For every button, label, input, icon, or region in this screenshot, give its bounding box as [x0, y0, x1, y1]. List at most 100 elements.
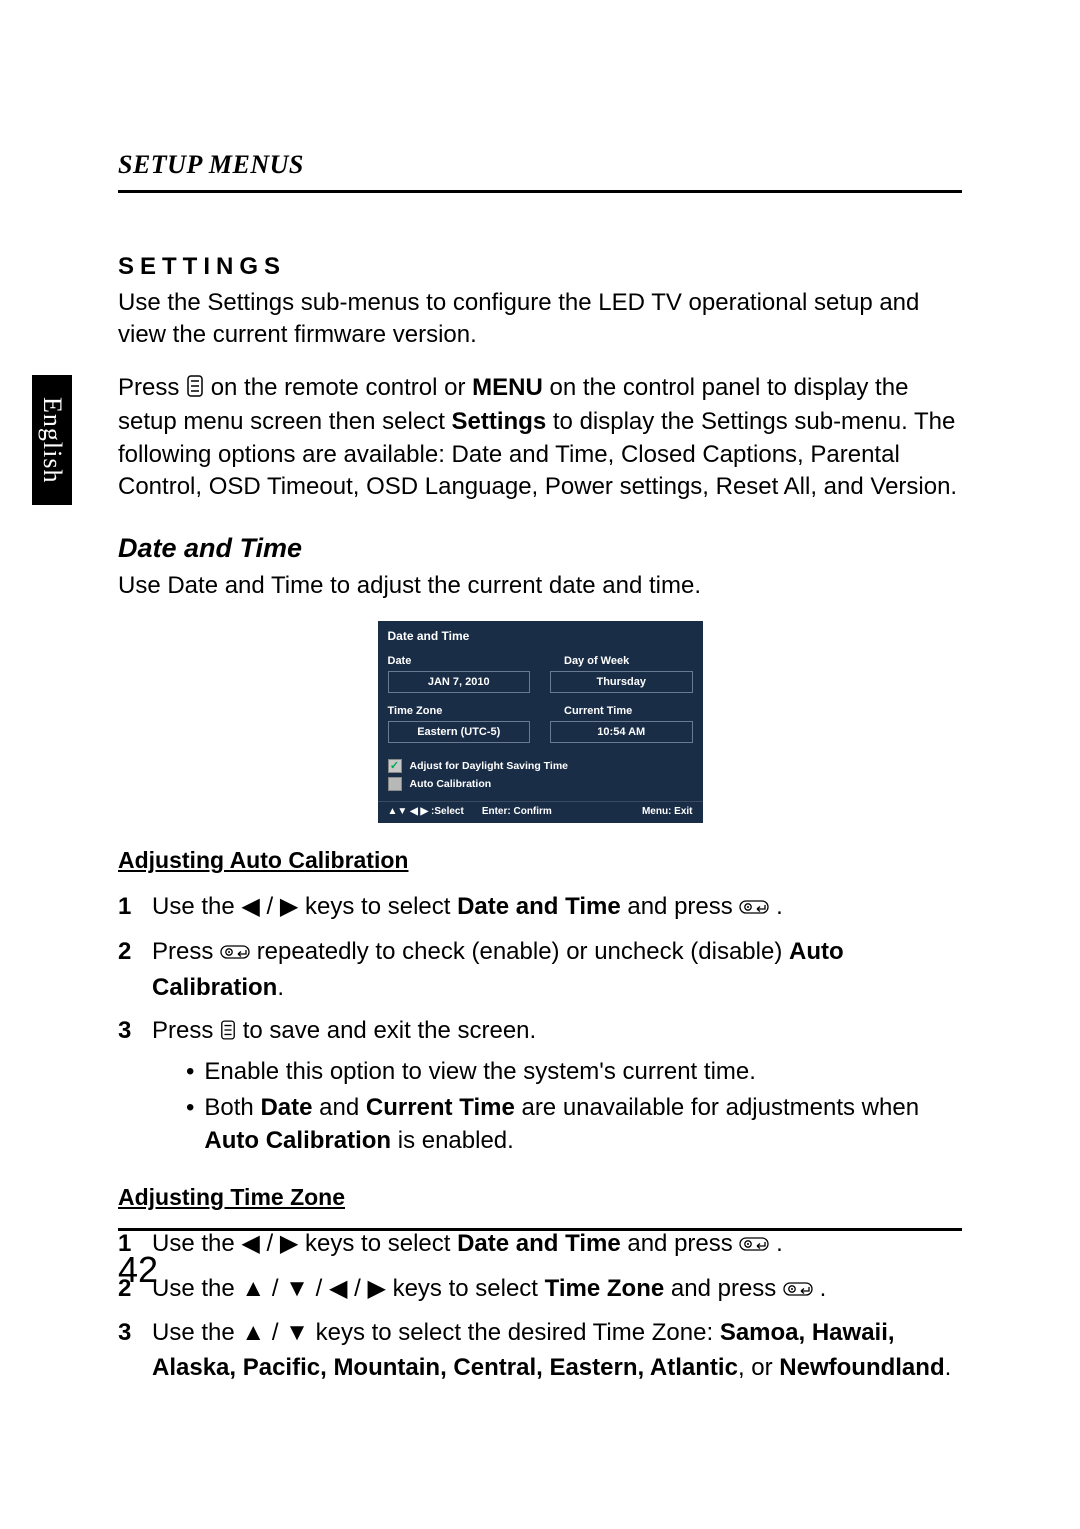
text: Enable this option to view the system's … — [204, 1055, 756, 1089]
osd-dst-label: Adjust for Daylight Saving Time — [410, 760, 569, 772]
text: keys to select — [305, 1230, 457, 1257]
text: is enabled. — [391, 1127, 514, 1154]
osd-dow-field: Thursday — [550, 671, 693, 693]
bullet-item: • Enable this option to view the system'… — [186, 1055, 962, 1089]
left-triangle-icon: ◀ — [329, 1275, 347, 1302]
text: Press — [152, 1017, 220, 1044]
osd-date-field[interactable]: JAN 7, 2010 — [388, 671, 531, 693]
text: Both — [204, 1094, 260, 1121]
osd-tz-label: Time Zone — [388, 705, 531, 721]
text: Use the — [152, 893, 241, 920]
text: and press — [627, 893, 739, 920]
autocal-list: 1 Use the ◀ / ▶ keys to select Date and … — [118, 890, 962, 1160]
osd-footer-exit: Menu: Exit — [642, 806, 693, 817]
text: . — [277, 974, 284, 1001]
text: keys to select — [305, 893, 457, 920]
page: English SETUP MENUS SETTINGS Use the Set… — [0, 0, 1080, 1529]
bold: Date and Time — [457, 1230, 621, 1257]
text: and — [312, 1094, 365, 1121]
bullet-item: • Both Date and Current Time are unavail… — [186, 1091, 962, 1158]
osd-auto-label: Auto Calibration — [410, 778, 492, 790]
text: Use the — [152, 1275, 241, 1302]
num: 3 — [118, 1316, 138, 1386]
osd-footer: ▲▼ ◀ ▶ :Select Enter: Confirm Menu: Exit — [378, 801, 703, 823]
bold: Time Zone — [545, 1275, 665, 1302]
osd-auto-row[interactable]: ✓ Auto Calibration — [388, 775, 693, 793]
text: , or — [738, 1354, 779, 1381]
text: / — [347, 1275, 367, 1302]
bullet-icon: • — [186, 1091, 194, 1158]
language-tab: English — [32, 375, 72, 505]
menu-icon — [186, 374, 204, 406]
osd-dst-row[interactable]: ✓ Adjust for Daylight Saving Time — [388, 757, 693, 775]
tz-list: 1 Use the ◀ / ▶ keys to select Date and … — [118, 1227, 962, 1386]
text: Use the — [152, 1230, 241, 1257]
header-rule — [118, 190, 962, 193]
osd-title: Date and Time — [378, 621, 703, 655]
enter-icon — [783, 1274, 813, 1309]
text: . — [945, 1354, 952, 1381]
text: / — [265, 1319, 285, 1346]
text: are unavailable for adjustments when — [515, 1094, 919, 1121]
page-header: SETUP MENUS — [118, 150, 962, 180]
right-triangle-icon: ▶ — [367, 1275, 385, 1302]
left-triangle-icon: ◀ — [241, 1230, 259, 1257]
bold-settings: Settings — [452, 408, 547, 435]
down-triangle-icon: ▼ — [285, 1275, 309, 1302]
checkbox-empty-icon: ✓ — [388, 777, 402, 791]
enter-icon — [220, 937, 250, 972]
list-item: 2 Press repeatedly to check (enable) or … — [118, 935, 962, 1007]
bold-menu: MENU — [472, 374, 543, 401]
text: keys to select the desired Time Zone: — [316, 1319, 720, 1346]
settings-para1: Use the Settings sub-menus to configure … — [118, 287, 962, 352]
autocal-heading: Adjusting Auto Calibration — [118, 847, 962, 874]
settings-heading: SETTINGS — [118, 253, 962, 281]
text: and press — [627, 1230, 739, 1257]
down-triangle-icon: ▼ — [285, 1319, 309, 1346]
text: Use the — [152, 1319, 241, 1346]
text: . — [776, 893, 783, 920]
text: keys to select — [393, 1275, 545, 1302]
osd-ct-field: 10:54 AM — [550, 721, 693, 743]
text: / — [260, 1230, 280, 1257]
bullet-icon: • — [186, 1055, 194, 1089]
up-triangle-icon: ▲ — [241, 1319, 265, 1346]
text: . — [820, 1275, 827, 1302]
bold: Current Time — [366, 1094, 515, 1121]
osd-dow-label: Day of Week — [550, 655, 693, 671]
num: 1 — [118, 890, 138, 927]
bold: Auto Calibration — [204, 1127, 391, 1154]
bold: Date — [260, 1094, 312, 1121]
checkbox-checked-icon: ✓ — [388, 759, 402, 773]
right-triangle-icon: ▶ — [280, 893, 298, 920]
osd-tz-field[interactable]: Eastern (UTC-5) — [388, 721, 531, 743]
bold: Date and Time — [457, 893, 621, 920]
list-item: 3 Press to save and exit the screen. • E… — [118, 1014, 962, 1160]
content-area: SETUP MENUS SETTINGS Use the Settings su… — [118, 150, 962, 1394]
text: / — [309, 1275, 329, 1302]
osd-panel: Date and Time Date JAN 7, 2010 Day of We… — [378, 621, 703, 823]
osd-footer-select: ▲▼ ◀ ▶ :Select — [388, 806, 464, 817]
text: / — [265, 1275, 285, 1302]
num: 2 — [118, 935, 138, 1007]
up-triangle-icon: ▲ — [241, 1275, 265, 1302]
right-triangle-icon: ▶ — [280, 1230, 298, 1257]
list-item: 2 Use the ▲ / ▼ / ◀ / ▶ keys to select T… — [118, 1272, 962, 1309]
text: Press — [118, 374, 186, 401]
osd-date-label: Date — [388, 655, 531, 671]
footer-rule — [118, 1228, 962, 1231]
settings-para2: Press on the remote control or MENU on t… — [118, 372, 962, 504]
enter-icon — [739, 892, 769, 927]
osd-footer-confirm: Enter: Confirm — [482, 806, 552, 817]
osd-body: Date JAN 7, 2010 Day of Week Thursday Ti… — [378, 655, 703, 801]
list-item: 1 Use the ◀ / ▶ keys to select Date and … — [118, 1227, 962, 1264]
left-triangle-icon: ◀ — [241, 893, 259, 920]
num: 3 — [118, 1014, 138, 1160]
text: Press — [152, 938, 220, 965]
text: . — [776, 1230, 783, 1257]
text: / — [260, 893, 280, 920]
date-time-intro: Use Date and Time to adjust the current … — [118, 570, 962, 602]
enter-icon — [739, 1229, 769, 1264]
text: repeatedly to check (enable) or uncheck … — [257, 938, 789, 965]
menu-icon — [220, 1016, 236, 1051]
